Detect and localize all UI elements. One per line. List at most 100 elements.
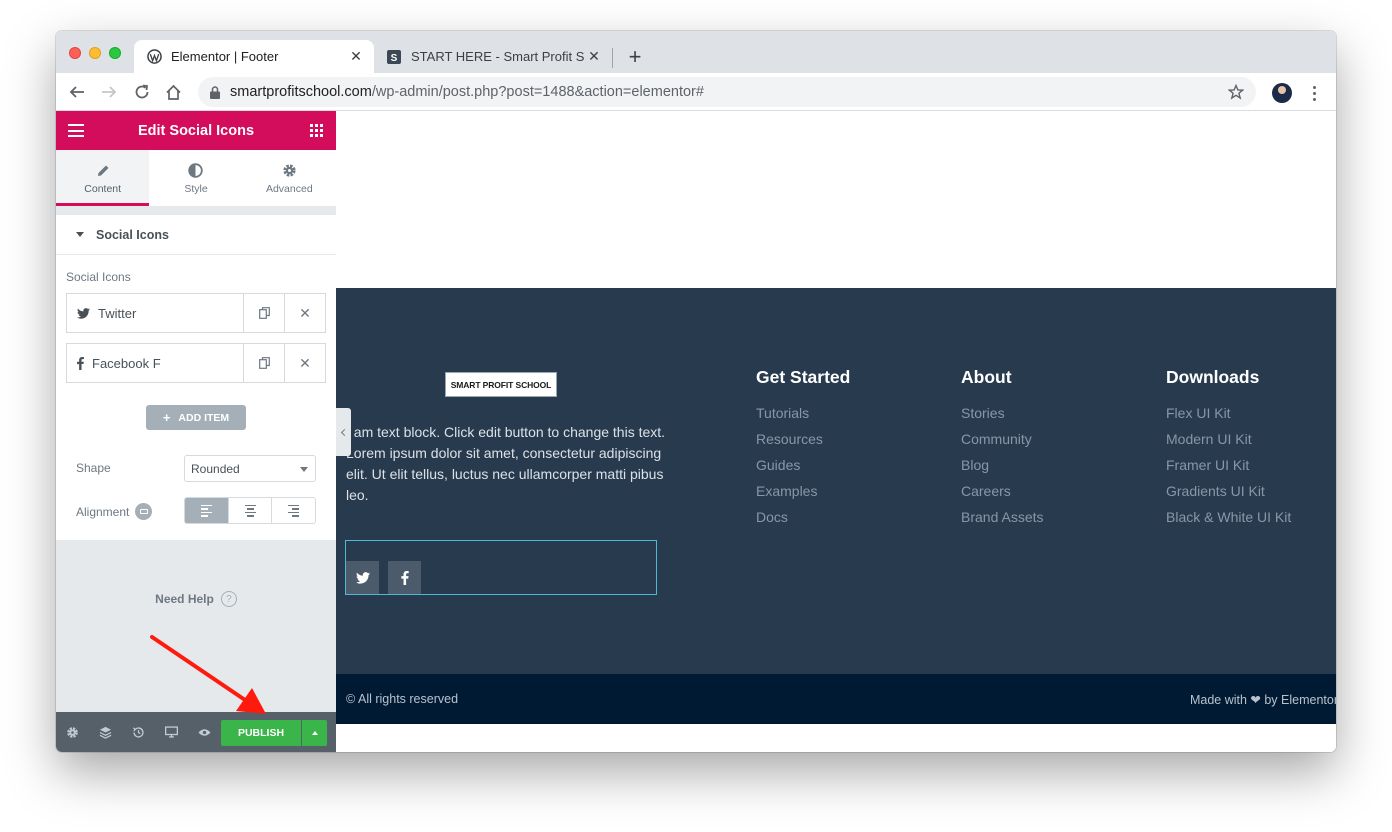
align-center-icon: [244, 504, 256, 517]
tab-label: Content: [84, 182, 122, 195]
contrast-icon: [188, 162, 204, 180]
align-right-icon: [288, 504, 300, 517]
footer-link[interactable]: Brand Assets: [961, 509, 1044, 535]
twitter-social-button[interactable]: [346, 561, 379, 594]
social-icons-widget[interactable]: [345, 540, 657, 595]
minimize-window-button[interactable]: [89, 47, 101, 59]
tab-advanced[interactable]: Advanced: [243, 150, 336, 206]
responsive-device-icon[interactable]: [135, 503, 153, 520]
alignment-label: Alignment: [76, 504, 130, 519]
footer-link[interactable]: Docs: [756, 509, 850, 535]
duplicate-icon[interactable]: [243, 344, 284, 382]
repeater-item-facebook[interactable]: Facebook F ✕: [66, 343, 326, 383]
shape-select[interactable]: Rounded: [184, 455, 316, 482]
tab-label: Advanced: [265, 182, 313, 195]
url-host: smartprofitschool.com: [230, 84, 372, 100]
new-tab-button[interactable]: +: [622, 44, 648, 70]
address-bar[interactable]: smartprofitschool.com/wp-admin/post.php?…: [198, 77, 1256, 107]
footer-link[interactable]: Resources: [756, 431, 850, 457]
collapse-panel-handle[interactable]: [336, 408, 351, 456]
lock-icon: [210, 85, 220, 99]
footer-link[interactable]: Tutorials: [756, 405, 850, 431]
add-item-label: ADD ITEM: [178, 411, 230, 424]
footer-text-block[interactable]: I am text block. Click edit button to ch…: [346, 422, 666, 506]
annotation-arrow-icon: [150, 635, 266, 714]
facebook-social-button[interactable]: [388, 561, 421, 594]
gear-icon: [282, 162, 297, 180]
alignment-choices: [184, 497, 316, 524]
widgets-grid-icon[interactable]: [310, 124, 323, 137]
profile-avatar[interactable]: [1272, 83, 1292, 103]
repeater-item-label: Facebook F: [92, 355, 161, 371]
panel-controls: Social Icons Social Icons Twitter ✕ Face…: [56, 215, 336, 540]
close-tab-icon[interactable]: ✕: [584, 47, 604, 67]
column-title: Get Started: [756, 367, 851, 387]
add-item-button[interactable]: + ADD ITEM: [146, 405, 246, 430]
footer-link[interactable]: Stories: [961, 405, 1044, 431]
tab-separator: [612, 48, 613, 68]
footer-link[interactable]: Modern UI Kit: [1166, 431, 1291, 457]
publish-options-caret-icon[interactable]: [302, 720, 327, 746]
tab-start-here[interactable]: S START HERE - Smart Profit Sc ✕: [376, 40, 612, 73]
browser-menu-icon[interactable]: [1304, 82, 1324, 104]
footer-link[interactable]: Flex UI Kit: [1166, 405, 1291, 431]
need-help-label: Need Help: [155, 592, 214, 606]
repeater-item-title[interactable]: Facebook F: [67, 344, 243, 382]
repeater-item-title[interactable]: Twitter: [67, 294, 243, 332]
alignment-label-row: Alignment: [76, 503, 153, 520]
made-with-text: Made with ❤ by Elementor: [1189, 693, 1336, 707]
preview-canvas: SMART PROFIT SCHOOL I am text block. Cli…: [336, 111, 1336, 752]
align-right-button[interactable]: [271, 498, 315, 523]
duplicate-icon[interactable]: [243, 294, 284, 332]
footer-link[interactable]: Examples: [756, 483, 850, 509]
browser-toolbar: smartprofitschool.com/wp-admin/post.php?…: [56, 73, 1336, 111]
footer-link[interactable]: Guides: [756, 457, 850, 483]
facebook-icon: [77, 356, 84, 370]
logo-text: SMART PROFIT SCHOOL: [450, 379, 552, 390]
align-center-button[interactable]: [227, 498, 272, 523]
shape-label: Shape: [76, 461, 111, 475]
publish-button[interactable]: PUBLISH: [221, 720, 301, 746]
forward-arrow-icon[interactable]: [96, 79, 122, 105]
column-title: About: [961, 367, 1012, 387]
back-arrow-icon[interactable]: [64, 79, 90, 105]
tab-elementor-footer[interactable]: Elementor | Footer ✕: [134, 40, 374, 73]
field-label: Social Icons: [66, 270, 131, 284]
footer-bottom-bar: © All rights reserved Made with ❤ by Ele…: [336, 674, 1336, 724]
remove-icon[interactable]: ✕: [284, 294, 325, 332]
shape-value: Rounded: [191, 461, 240, 476]
reload-icon[interactable]: [129, 79, 155, 105]
need-help-link[interactable]: Need Help ?: [56, 591, 336, 607]
footer-link[interactable]: Framer UI Kit: [1166, 457, 1291, 483]
pencil-icon: [96, 162, 110, 180]
plus-icon: +: [162, 410, 171, 425]
tab-strip: Elementor | Footer ✕ S START HERE - Smar…: [56, 31, 1336, 73]
url-path: /wp-admin/post.php?post=1488&action=elem…: [371, 84, 704, 100]
section-social-icons[interactable]: Social Icons: [56, 215, 336, 255]
tab-style[interactable]: Style: [149, 150, 242, 206]
align-left-icon: [200, 504, 212, 517]
footer-link[interactable]: Community: [961, 431, 1044, 457]
help-question-icon: ?: [220, 591, 237, 607]
footer-link[interactable]: Careers: [961, 483, 1044, 509]
section-title: Social Icons: [96, 227, 169, 242]
remove-icon[interactable]: ✕: [284, 344, 325, 382]
tab-content[interactable]: Content: [56, 150, 150, 206]
footer-section: SMART PROFIT SCHOOL I am text block. Cli…: [336, 288, 1336, 674]
hamburger-menu-icon[interactable]: [68, 124, 84, 137]
footer-link[interactable]: Black & White UI Kit: [1166, 509, 1291, 535]
site-logo[interactable]: SMART PROFIT SCHOOL: [445, 372, 557, 397]
settings-gear-icon[interactable]: [56, 712, 89, 752]
navigator-layers-icon[interactable]: [89, 712, 122, 752]
footer-column-downloads: Downloads Flex UI Kit Modern UI Kit Fram…: [1166, 367, 1291, 535]
footer-link[interactable]: Blog: [961, 457, 1044, 483]
close-tab-icon[interactable]: ✕: [346, 47, 366, 67]
close-window-button[interactable]: [69, 47, 81, 59]
maximize-window-button[interactable]: [109, 47, 121, 59]
footer-link[interactable]: Gradients UI Kit: [1166, 483, 1291, 509]
align-left-button[interactable]: [185, 498, 228, 523]
bookmark-star-icon[interactable]: [1227, 83, 1245, 104]
caret-down-icon: [76, 232, 84, 237]
home-icon[interactable]: [160, 79, 186, 105]
repeater-item-twitter[interactable]: Twitter ✕: [66, 293, 326, 333]
